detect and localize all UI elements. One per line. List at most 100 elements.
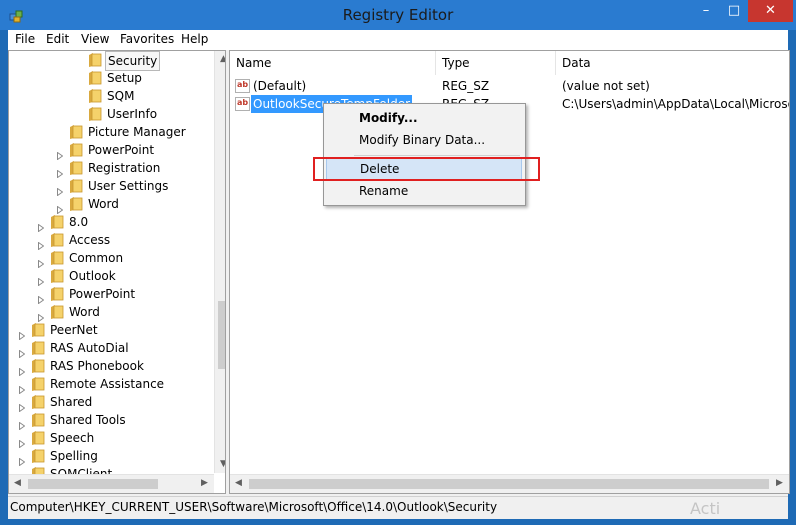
folder-icon — [31, 358, 45, 374]
expand-arrow-icon[interactable] — [19, 345, 26, 359]
window-title: Registry Editor — [342, 6, 454, 24]
expand-arrow-icon[interactable] — [38, 237, 45, 251]
expand-arrow-icon[interactable] — [19, 453, 26, 467]
menu-file[interactable]: File — [15, 32, 35, 46]
scroll-right-arrow-icon[interactable]: ▶ — [196, 475, 213, 492]
folder-icon — [31, 376, 45, 392]
expand-arrow-icon[interactable] — [57, 147, 64, 161]
context-menu-rename[interactable]: Rename — [326, 180, 522, 202]
annotation-highlight-box — [313, 157, 540, 181]
tree-node-label: RAS AutoDial — [50, 341, 129, 355]
folder-icon — [88, 70, 102, 86]
tree-node-label: Setup — [107, 71, 142, 85]
context-menu: Modify... Modify Binary Data... Delete R… — [323, 103, 526, 206]
scroll-left-arrow-icon[interactable]: ◀ — [230, 475, 247, 492]
context-menu-modify[interactable]: Modify... — [326, 107, 522, 129]
folder-icon — [31, 322, 45, 338]
menu-favorites[interactable]: Favorites — [120, 32, 174, 46]
expand-arrow-icon[interactable] — [19, 435, 26, 449]
tree-node-label: User Settings — [88, 179, 169, 193]
value-data: (value not set) — [562, 79, 650, 93]
context-menu-modify-binary[interactable]: Modify Binary Data... — [326, 129, 522, 151]
tree-node-label: PowerPoint — [88, 143, 155, 157]
tree-vscroll-thumb[interactable] — [218, 301, 225, 369]
expand-arrow-icon[interactable] — [19, 363, 26, 377]
tree-node-label: Registration — [88, 161, 161, 175]
menu-help[interactable]: Help — [181, 32, 208, 46]
expand-arrow-icon[interactable] — [19, 399, 26, 413]
tree-node-label: UserInfo — [107, 107, 158, 121]
folder-icon — [31, 340, 45, 356]
expand-arrow-icon[interactable] — [38, 273, 45, 287]
tree-node-label: 8.0 — [69, 215, 89, 229]
folder-icon — [50, 232, 64, 248]
folder-icon — [88, 106, 102, 122]
tree-node-label: Speech — [50, 431, 95, 445]
status-bar: Computer\HKEY_CURRENT_USER\Software\Micr… — [8, 496, 788, 519]
registry-tree[interactable]: Security Setup SQM UserInfo Picture Manager P… — [8, 50, 226, 494]
list-horizontal-scrollbar[interactable]: ◀ ▶ — [230, 474, 789, 493]
expand-arrow-icon[interactable] — [38, 309, 45, 323]
string-value-icon: ab — [235, 79, 250, 93]
tree-vertical-scrollbar[interactable]: ▲ ▼ — [214, 51, 225, 473]
folder-icon — [50, 250, 64, 266]
tree-node-label: Shared — [50, 395, 93, 409]
folder-icon — [69, 160, 83, 176]
folder-icon — [50, 268, 64, 284]
expand-arrow-icon[interactable] — [57, 165, 64, 179]
tree-node-label: RAS Phonebook — [50, 359, 144, 373]
status-path: Computer\HKEY_CURRENT_USER\Software\Micr… — [10, 500, 498, 514]
tree-hscroll-thumb[interactable] — [28, 479, 158, 489]
folder-icon — [69, 142, 83, 158]
column-header-type[interactable]: Type — [436, 51, 556, 75]
registry-editor-window: Registry Editor – □ ✕ File Edit View Fav… — [0, 0, 796, 525]
close-button[interactable]: ✕ — [748, 0, 793, 22]
list-hscroll-thumb[interactable] — [249, 479, 769, 489]
scroll-up-arrow-icon[interactable]: ▲ — [215, 51, 225, 68]
tree-node-label: PowerPoint — [69, 287, 136, 301]
folder-icon — [31, 448, 45, 464]
expand-arrow-icon[interactable] — [38, 255, 45, 269]
expand-arrow-icon[interactable] — [19, 381, 26, 395]
folder-icon — [31, 394, 45, 410]
value-row[interactable]: ab (Default) REG_SZ (value not set) — [230, 77, 789, 95]
tree-node-label: Picture Manager — [88, 125, 186, 139]
tree-node-label: Word — [69, 305, 100, 319]
value-type: REG_SZ — [442, 79, 490, 93]
folder-icon — [31, 412, 45, 428]
title-bar[interactable]: Registry Editor – □ ✕ — [0, 0, 796, 30]
menu-view[interactable]: View — [81, 32, 109, 46]
tree-horizontal-scrollbar[interactable]: ◀ ▶ — [9, 474, 214, 493]
folder-icon — [50, 304, 64, 320]
value-data: C:\Users\admin\AppData\Local\Microsoft\ — [562, 97, 790, 111]
folder-icon — [31, 430, 45, 446]
tree-node-label: Remote Assistance — [50, 377, 165, 391]
tree-node-label: Word — [88, 197, 119, 211]
tree-node-label: Security — [105, 51, 161, 71]
expand-arrow-icon[interactable] — [57, 201, 64, 215]
tree-node-label: PeerNet — [50, 323, 98, 337]
scroll-down-arrow-icon[interactable]: ▼ — [215, 456, 225, 473]
menu-edit[interactable]: Edit — [46, 32, 69, 46]
expand-arrow-icon[interactable] — [19, 417, 26, 431]
folder-icon — [50, 214, 64, 230]
tree-node-label: Access — [69, 233, 111, 247]
minimize-button[interactable]: – — [692, 0, 720, 22]
expand-arrow-icon[interactable] — [38, 219, 45, 233]
tree-node-label: SQM — [107, 89, 135, 103]
string-value-icon: ab — [235, 97, 250, 111]
maximize-button[interactable]: □ — [720, 0, 748, 22]
tree-node-label: Shared Tools — [50, 413, 126, 427]
context-menu-separator — [354, 155, 520, 156]
expand-arrow-icon[interactable] — [19, 327, 26, 341]
value-name: (Default) — [253, 79, 307, 93]
folder-icon — [69, 124, 83, 140]
column-header-name[interactable]: Name — [230, 51, 436, 75]
expand-arrow-icon[interactable] — [57, 183, 64, 197]
folder-icon — [50, 286, 64, 302]
scroll-right-arrow-icon[interactable]: ▶ — [771, 475, 788, 492]
scroll-left-arrow-icon[interactable]: ◀ — [9, 475, 26, 492]
expand-arrow-icon[interactable] — [38, 291, 45, 305]
folder-icon — [88, 88, 102, 104]
column-header-data[interactable]: Data — [556, 51, 789, 75]
